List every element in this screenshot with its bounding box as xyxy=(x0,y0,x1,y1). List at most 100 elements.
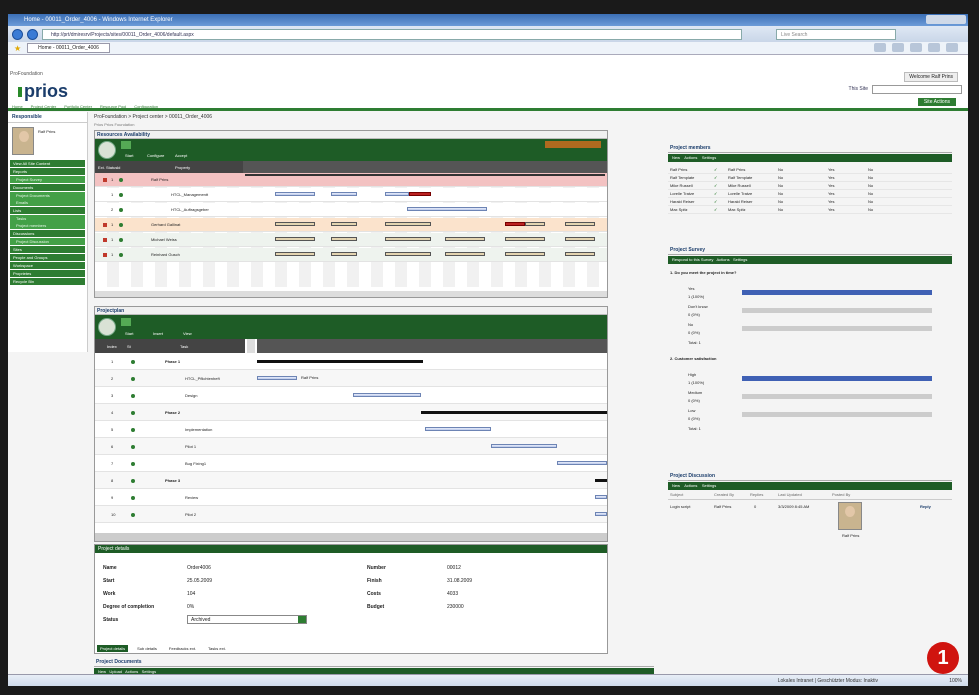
allocation-bar[interactable] xyxy=(505,237,545,241)
allocation-bar[interactable] xyxy=(275,252,315,256)
members-actions[interactable]: Actions xyxy=(684,155,697,160)
summary-bar[interactable] xyxy=(595,479,607,482)
task-name[interactable]: HTCL_Pflichtenheft xyxy=(185,376,220,381)
sidebar-item-0[interactable]: View All Site Content xyxy=(10,160,85,167)
allocation-bar[interactable] xyxy=(505,222,525,226)
resource-row[interactable]: 1 HTCL_Managementt xyxy=(95,188,607,202)
col-index[interactable]: Index xyxy=(107,344,117,349)
gantt-row[interactable]: 3 Design xyxy=(95,387,607,404)
sidebar-item-6[interactable]: Lists xyxy=(10,207,85,214)
task-name[interactable]: Phase 1 xyxy=(165,359,180,364)
feeds-icon[interactable] xyxy=(892,43,904,52)
col-property[interactable]: Property xyxy=(175,165,190,170)
status-select[interactable]: Archived xyxy=(187,615,307,624)
sidebar-item-12[interactable]: People and Groups xyxy=(10,254,85,261)
allocation-bar[interactable] xyxy=(565,252,595,256)
resource-row[interactable]: 1 Reinhard Gusch xyxy=(95,248,607,262)
member-row[interactable]: Ralf Template Ralf Template No Yes No ✓ xyxy=(668,174,952,182)
resources-tab-accept[interactable]: Accept xyxy=(175,153,187,158)
member-row[interactable]: Lorelle Tratze Lorelle Tratze No Yes No ✓ xyxy=(668,190,952,198)
gantt-row[interactable]: 10 Pilot 2 xyxy=(95,506,607,523)
sidebar-item-11[interactable]: Sites xyxy=(10,246,85,253)
gantt-row[interactable]: 9 Review xyxy=(95,489,607,506)
projectplan-tool-icon[interactable] xyxy=(121,318,131,326)
tab-project-details[interactable]: Project details xyxy=(97,645,129,652)
allocation-bar[interactable] xyxy=(385,222,431,226)
gantt-row[interactable]: 4 Phase 2 xyxy=(95,404,607,421)
member-row[interactable]: Mike Russell Mike Russell No Yes No ✓ xyxy=(668,182,952,190)
gantt-row[interactable]: 2 HTCL_Pflichtenheft Ralf Prins xyxy=(95,370,607,387)
resources-filter-button[interactable] xyxy=(545,141,601,148)
resources-tab-start[interactable]: Start xyxy=(125,153,133,158)
survey-actions[interactable]: Actions xyxy=(716,257,729,262)
disc-reply-button[interactable]: Reply xyxy=(920,504,931,509)
summary-bar[interactable] xyxy=(421,411,607,414)
disc-col-createdby[interactable]: Created By xyxy=(714,492,734,497)
tab-tasks[interactable]: Tasks ext. xyxy=(205,645,229,652)
task-name[interactable]: Pilot 1 xyxy=(185,444,196,449)
allocation-bar[interactable] xyxy=(385,237,431,241)
sidebar-item-10[interactable]: Project Discussion xyxy=(10,238,85,245)
allocation-bar[interactable] xyxy=(275,222,315,226)
survey-respond[interactable]: Respond to this Survey xyxy=(672,257,713,262)
sidebar-item-1[interactable]: Reports xyxy=(10,168,85,175)
gantt-row[interactable]: 8 Phase 3 xyxy=(95,472,607,489)
task-name[interactable]: Phase 2 xyxy=(165,410,180,415)
sidebar-item-15[interactable]: Recycle Bin xyxy=(10,278,85,285)
col-ext-status[interactable]: Ext. Status xyxy=(98,165,117,170)
gantt-row[interactable]: 7 Bug Fixing1 xyxy=(95,455,607,472)
projectplan-tab-view[interactable]: View xyxy=(183,331,192,336)
task-name[interactable]: Implementation xyxy=(185,427,212,432)
tab-sub-details[interactable]: Sub details xyxy=(134,645,160,652)
projectplan-tab-insert[interactable]: Insert xyxy=(153,331,163,336)
discussion-actions[interactable]: Actions xyxy=(684,483,697,488)
allocation-bar[interactable] xyxy=(275,237,315,241)
resource-name[interactable]: HTCL_Managementt xyxy=(171,192,208,197)
resource-row[interactable]: 1 Gerhard Gallinat xyxy=(95,218,607,232)
summary-bar[interactable] xyxy=(257,360,423,363)
allocation-bar[interactable] xyxy=(385,252,431,256)
task-name[interactable]: Review xyxy=(185,495,198,500)
browser-tab[interactable]: Home - 00011_Order_4006 xyxy=(27,43,110,53)
disc-col-postedby[interactable]: Posted By xyxy=(832,492,850,497)
resources-scrollbar[interactable] xyxy=(95,291,607,297)
members-settings[interactable]: Settings xyxy=(702,155,716,160)
allocation-bar[interactable] xyxy=(331,237,357,241)
tools-menu-icon[interactable] xyxy=(946,43,958,52)
nav-portfolio-center[interactable]: Portfolio Center xyxy=(64,104,92,109)
resource-name[interactable]: Michael Weiss xyxy=(151,237,177,242)
sidebar-item-7[interactable]: Tasks xyxy=(10,215,85,222)
task-bar[interactable] xyxy=(353,393,421,397)
resource-name[interactable]: Gerhard Gallinat xyxy=(151,222,180,227)
task-bar[interactable] xyxy=(425,427,491,431)
sidebar-item-14[interactable]: Proprietes xyxy=(10,270,85,277)
member-row[interactable]: Max Spitz Max Spitz No Yes No ✓ xyxy=(668,206,952,214)
col-task[interactable]: Task xyxy=(180,344,188,349)
sidebar-item-2[interactable]: Project Survey xyxy=(10,176,85,183)
task-name[interactable]: Bug Fixing1 xyxy=(185,461,206,466)
survey-settings[interactable]: Settings xyxy=(733,257,747,262)
task-bar[interactable] xyxy=(557,461,607,465)
nav-configuration[interactable]: Configuration xyxy=(134,104,158,109)
site-actions-button[interactable]: Site Actions xyxy=(917,98,956,106)
sidebar-item-5[interactable]: Emails xyxy=(10,199,85,206)
task-bar[interactable] xyxy=(257,376,297,380)
nav-project-center[interactable]: Project Center xyxy=(31,104,57,109)
favorites-star-icon[interactable]: ★ xyxy=(14,44,21,53)
allocation-bar[interactable] xyxy=(445,237,485,241)
resources-menu-icon[interactable] xyxy=(98,141,116,159)
resource-name[interactable]: HTCL_Auftragsgeber xyxy=(171,207,209,212)
col-id[interactable]: Id xyxy=(117,165,120,170)
allocation-bar[interactable] xyxy=(331,222,357,226)
task-name[interactable]: Phase 3 xyxy=(165,478,180,483)
resource-name[interactable]: Reinhard Gusch xyxy=(151,252,180,257)
member-row[interactable]: Ralf Prins Ralf Prins No Yes No ✓ xyxy=(668,166,952,174)
resource-row[interactable]: 1 Michael Weiss xyxy=(95,233,607,247)
site-search-input[interactable] xyxy=(872,85,962,94)
allocation-bar[interactable] xyxy=(409,192,431,196)
home-icon[interactable] xyxy=(874,43,886,52)
status-dropdown-icon[interactable] xyxy=(298,616,306,623)
sidebar-item-4[interactable]: Project Documents xyxy=(10,192,85,199)
disc-subject[interactable]: Login script xyxy=(670,504,690,509)
task-name[interactable]: Design xyxy=(185,393,197,398)
